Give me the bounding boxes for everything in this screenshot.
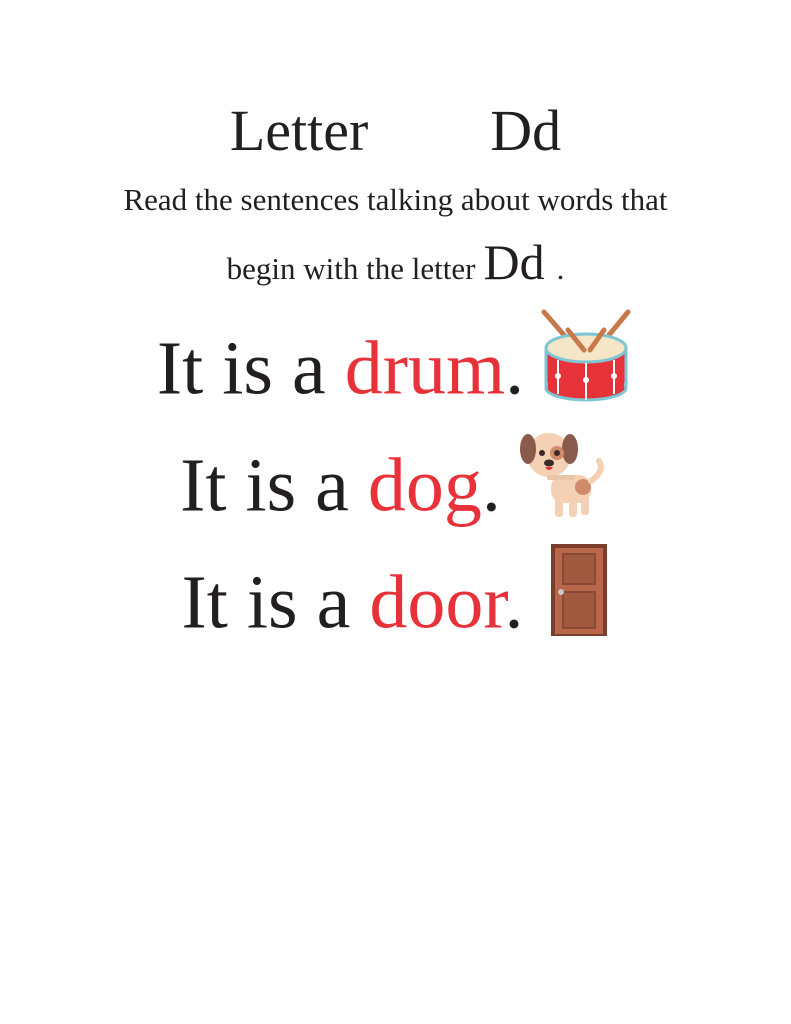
instruction-text: begin with the letter bbox=[226, 251, 476, 286]
door-icon bbox=[549, 542, 609, 658]
sentence-period: . bbox=[481, 443, 501, 528]
sentence-door: It is a door. bbox=[0, 544, 791, 668]
sentence-word: drum bbox=[344, 326, 506, 411]
title-letters: Dd bbox=[490, 98, 562, 163]
instruction-line-2: begin with the letter Dd. bbox=[0, 232, 791, 299]
instruction-period: . bbox=[556, 251, 565, 286]
sentence-prefix: It is a bbox=[156, 326, 345, 411]
page-title: Letter Dd bbox=[0, 98, 791, 164]
sentence-prefix: It is a bbox=[180, 443, 368, 528]
sentence-drum: It is a drum. bbox=[0, 309, 791, 434]
sentence-period: . bbox=[504, 560, 524, 645]
instruction-letters: Dd bbox=[483, 234, 545, 290]
sentence-dog: It is a dog. bbox=[0, 433, 791, 551]
sentence-word: dog bbox=[367, 443, 482, 528]
instruction-line-1: Read the sentences talking about words t… bbox=[123, 182, 668, 217]
sentence-prefix: It is a bbox=[181, 560, 370, 645]
title-word: Letter bbox=[229, 98, 369, 163]
sentence-word: door bbox=[369, 560, 505, 645]
dog-icon bbox=[515, 425, 611, 541]
sentence-period: . bbox=[505, 326, 525, 411]
drum-icon bbox=[538, 308, 634, 424]
